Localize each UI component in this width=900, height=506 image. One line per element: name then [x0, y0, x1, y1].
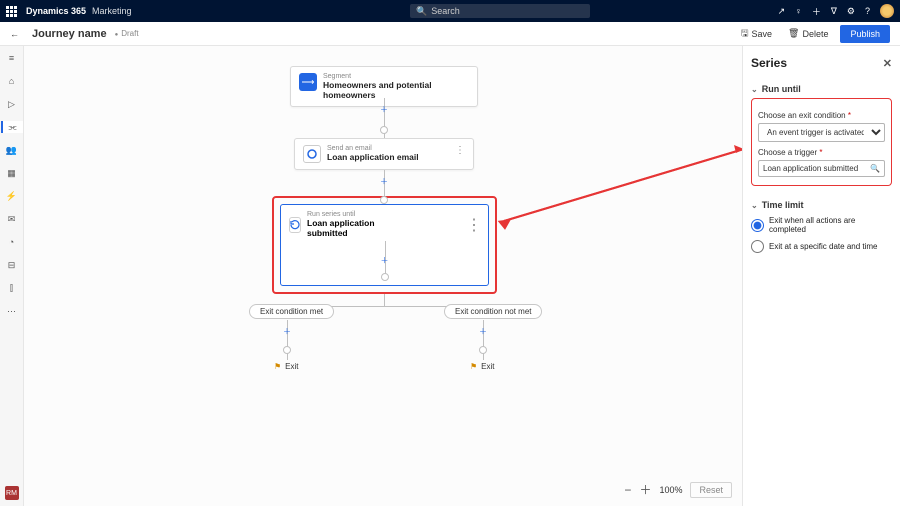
radio-label-1: Exit when all actions are completed	[769, 216, 892, 234]
rail-inbox-icon[interactable]: ✉	[6, 213, 18, 225]
section-time-limit[interactable]: ⌄ Time limit	[751, 200, 892, 210]
zoom-controls: − ＋ 100% Reset	[624, 481, 732, 498]
properties-panel: Series ✕ ⌄ Run until Choose an exit cond…	[742, 46, 900, 506]
exit-met: ⚑ Exit	[274, 362, 299, 371]
segment-value: Homeowners and potential homeowners	[323, 80, 469, 100]
email-more-icon[interactable]: ⋮	[445, 145, 465, 156]
node-series[interactable]: Run series until Loan application submit…	[280, 204, 489, 286]
status-badge: Draft	[115, 29, 139, 38]
save-button[interactable]: 🖫 Save	[737, 23, 776, 45]
rail-assets-icon[interactable]: ▦	[6, 167, 18, 179]
delete-label: Delete	[802, 29, 828, 39]
share-icon[interactable]: ↗	[778, 6, 786, 17]
flag-icon: ⚑	[274, 362, 281, 371]
rail-home-icon[interactable]: ⌂	[6, 75, 18, 87]
settings-icon[interactable]: ⚙	[847, 6, 855, 17]
page-title: Journey name	[32, 28, 107, 40]
trigger-value: Loan application submitted	[763, 164, 858, 173]
rail-db-icon[interactable]: ◔	[6, 236, 18, 248]
branch-met-dot	[283, 346, 291, 354]
radio-label-2: Exit at a specific date and time	[769, 242, 878, 251]
exit-condition-label: Choose an exit condition *	[758, 111, 885, 120]
series-end-dot	[381, 273, 389, 281]
radio-exit-date[interactable]: Exit at a specific date and time	[751, 240, 892, 253]
series-more-icon[interactable]: ⋮	[466, 215, 482, 235]
module-label: Marketing	[92, 6, 132, 16]
branch-notmet-label: Exit condition not met	[444, 304, 542, 319]
zoom-percent: 100%	[659, 485, 682, 495]
trigger-label: Choose a trigger *	[758, 148, 885, 157]
rail-user-badge[interactable]: RM	[5, 486, 19, 500]
global-search-input[interactable]: 🔍 Search	[410, 4, 590, 18]
search-icon: 🔍	[416, 6, 427, 17]
rail-collapse-icon[interactable]: ≡	[6, 52, 18, 64]
radio-exit-all-actions[interactable]: Exit when all actions are completed	[751, 216, 892, 234]
back-button[interactable]: ←	[10, 29, 24, 39]
help-icon[interactable]: ?	[865, 6, 870, 16]
search-placeholder: Search	[431, 6, 460, 16]
section-run-until[interactable]: ⌄ Run until	[751, 84, 892, 94]
journey-canvas[interactable]: ⟶ Segment Homeowners and potential homeo…	[24, 46, 742, 506]
zoom-out-button[interactable]: −	[624, 483, 631, 497]
rail-contacts-icon[interactable]: 👥	[6, 144, 18, 156]
segment-label: Segment	[323, 73, 469, 80]
search-icon: 🔍	[870, 164, 880, 173]
panel-title: Series	[751, 56, 787, 70]
email-value: Loan application email	[327, 152, 419, 162]
series-value: Loan application submitted	[307, 218, 380, 238]
add-step-button[interactable]: ＋	[379, 104, 389, 114]
trash-icon: 🗑	[788, 28, 799, 39]
chevron-down-icon-2: ⌄	[751, 201, 758, 210]
branch-notmet-dot	[479, 346, 487, 354]
rail-play-icon[interactable]: ▷	[6, 98, 18, 110]
publish-label: Publish	[850, 29, 880, 39]
connector-dot	[380, 126, 388, 134]
trigger-lookup[interactable]: Loan application submitted 🔍	[758, 160, 885, 177]
callout-arrow	[494, 141, 742, 231]
exit-notmet: ⚑ Exit	[470, 362, 495, 371]
loop-icon	[289, 217, 301, 233]
publish-button[interactable]: Publish	[840, 25, 890, 43]
bulb-icon[interactable]: ♀	[795, 6, 802, 16]
app-launcher-icon[interactable]	[6, 6, 20, 17]
branch-met-add[interactable]: ＋	[282, 326, 292, 336]
chevron-down-icon: ⌄	[751, 85, 758, 94]
email-label: Send an email	[327, 145, 419, 152]
rail-chart-icon[interactable]: ⫿	[6, 282, 18, 294]
exit-label-notmet: Exit	[481, 362, 494, 371]
node-email[interactable]: Send an email Loan application email ⋮	[294, 138, 474, 170]
email-icon	[303, 145, 321, 163]
save-label: Save	[752, 29, 773, 39]
section-time-label: Time limit	[762, 200, 804, 210]
radio-input-1[interactable]	[751, 219, 764, 232]
connector-dot-2	[380, 196, 388, 204]
branch-notmet-add[interactable]: ＋	[478, 326, 488, 336]
flag-icon-2: ⚑	[470, 362, 477, 371]
run-until-highlight: Choose an exit condition * An event trig…	[751, 98, 892, 186]
exit-label-met: Exit	[285, 362, 298, 371]
filter-icon[interactable]: ∇	[831, 6, 837, 17]
zoom-in-button[interactable]: ＋	[639, 481, 651, 498]
section-run-label: Run until	[762, 84, 801, 94]
plus-icon[interactable]: ＋	[812, 5, 821, 18]
save-icon: 🖫	[741, 26, 749, 42]
user-avatar[interactable]	[880, 4, 894, 18]
rail-pipe-icon[interactable]: ⊟	[6, 259, 18, 271]
exit-condition-select[interactable]: An event trigger is activated	[758, 123, 885, 142]
panel-close-button[interactable]: ✕	[883, 57, 892, 70]
series-add-step[interactable]: ＋	[380, 255, 390, 265]
brand-label: Dynamics 365	[26, 6, 86, 16]
branch-met-label: Exit condition met	[249, 304, 334, 319]
delete-button[interactable]: 🗑 Delete	[784, 25, 832, 42]
add-step-button-2[interactable]: ＋	[379, 176, 389, 186]
rail-more-icon[interactable]: ⋯	[6, 305, 18, 317]
zoom-reset-button[interactable]: Reset	[690, 482, 732, 498]
series-label: Run series until	[307, 211, 380, 218]
rail-event-icon[interactable]: ⚡	[6, 190, 18, 202]
radio-input-2[interactable]	[751, 240, 764, 253]
left-nav-rail: ≡ ⌂ ▷ ⫘ 👥 ▦ ⚡ ✉ ◔ ⊟ ⫿ ⋯ RM	[0, 46, 24, 506]
segment-icon: ⟶	[299, 73, 317, 91]
rail-journey-icon[interactable]: ⫘	[1, 121, 23, 133]
